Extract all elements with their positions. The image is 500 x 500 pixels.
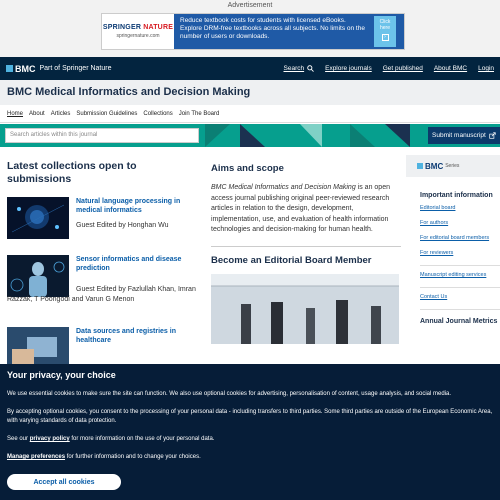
explore-journals-link[interactable]: Explore journals <box>325 65 372 72</box>
bmc-logo[interactable]: BMC <box>6 64 36 74</box>
cookie-paragraph: See our privacy policy for more informat… <box>7 435 493 444</box>
accept-label: Accept all cookies <box>33 478 95 486</box>
sidebar-link-for-reviewers[interactable]: For reviewers <box>420 250 500 256</box>
series-label: Series <box>445 163 460 169</box>
sidebar-divider <box>420 265 500 266</box>
collections-heading: Latest collections open to submissions <box>7 160 137 185</box>
editorial-board-photo <box>211 273 399 344</box>
cookie-text: for further information and to change yo… <box>65 454 201 460</box>
aims-heading: Aims and scope <box>211 163 284 174</box>
ad-cta-label: Click here <box>379 19 391 31</box>
search-placeholder: Search articles within this journal <box>10 132 98 138</box>
sidebar-link-editorial-board[interactable]: Editorial board <box>420 205 500 211</box>
search-icon <box>307 65 314 72</box>
brand-url: springernature.com <box>116 33 160 39</box>
collection-editors: Guest Edited by Honghan Wu <box>76 222 169 229</box>
nav-collections[interactable]: Collections <box>143 111 172 117</box>
nlp-thumbnail <box>7 197 69 239</box>
journal-navigation: Home About Articles Submission Guideline… <box>0 105 500 123</box>
ad-cta-button[interactable]: Click here › <box>374 16 396 47</box>
sidebar: BMC Series Important information Editori… <box>406 155 500 331</box>
about-bmc-link[interactable]: About BMC <box>434 65 467 72</box>
sidebar-link-for-authors[interactable]: For authors <box>420 220 500 226</box>
get-published-link[interactable]: Get published <box>383 65 423 72</box>
aims-section: Aims and scope BMC Medical Informatics a… <box>211 163 401 349</box>
ad-body: Reduce textbook costs for students with … <box>174 14 404 49</box>
aims-journal-name: BMC Medical Informatics and Decision Mak… <box>211 184 356 191</box>
editorial-heading: Become an Editorial Board Member <box>211 254 372 266</box>
cookie-paragraph: Manage preferences for further informati… <box>7 453 493 462</box>
search-button[interactable]: Search <box>284 65 315 72</box>
collections-section: Latest collections open to submissions N… <box>7 160 197 379</box>
nav-articles[interactable]: Articles <box>51 111 71 117</box>
part-of-springer-nature[interactable]: Part of Springer Nature <box>40 65 112 72</box>
ad-banner[interactable]: SPRINGER NATURE springernature.com Reduc… <box>101 13 405 50</box>
important-info-heading: Important information <box>420 192 493 199</box>
data-sources-thumbnail <box>7 327 69 369</box>
nav-about[interactable]: About <box>29 111 45 117</box>
arrow-right-icon: › <box>381 34 389 41</box>
nav-join-the-board[interactable]: Join The Board <box>179 111 220 117</box>
aims-text: BMC Medical Informatics and Decision Mak… <box>211 183 401 236</box>
sidebar-link-manuscript-editing[interactable]: Manuscript editing services <box>420 272 500 278</box>
cookie-consent-banner: Your privacy, your choice We use essenti… <box>0 364 500 500</box>
collection-title[interactable]: Sensor informatics and disease predictio… <box>76 255 196 273</box>
springer-nature-logo: SPRINGER NATURE springernature.com <box>102 14 174 49</box>
bmc-series-logo-icon <box>417 163 423 169</box>
submit-manuscript-button[interactable]: Submit manuscript <box>428 127 500 144</box>
sidebar-link-contact-us[interactable]: Contact Us <box>420 294 500 300</box>
aims-description: is an open access journal publishing ori… <box>211 184 390 233</box>
brand-right: NATURE <box>143 24 174 31</box>
bmc-logo-icon <box>6 65 13 72</box>
nav-home[interactable]: Home <box>7 111 23 117</box>
cookie-text: See our <box>7 436 30 442</box>
advertisement-area: Advertisement SPRINGER NATURE springerna… <box>0 0 500 57</box>
privacy-policy-link[interactable]: privacy policy <box>30 436 70 442</box>
cookie-paragraph: We use essential cookies to make sure th… <box>7 391 452 397</box>
ad-label: Advertisement <box>227 2 273 9</box>
cookie-text: for more information on the use of your … <box>69 436 215 442</box>
external-link-icon <box>489 132 496 139</box>
search-label: Search <box>283 65 305 72</box>
bmc-series-logo-text: BMC <box>425 161 444 171</box>
submit-label: Submit manuscript <box>432 132 486 139</box>
bmc-series-logo: BMC Series <box>406 155 500 177</box>
collection-item: Sensor informatics and disease predictio… <box>7 255 197 327</box>
nav-submission-guidelines[interactable]: Submission Guidelines <box>76 111 137 117</box>
bmc-logo-text: BMC <box>15 63 36 74</box>
collection-title[interactable]: Natural language processing in medical i… <box>76 197 196 215</box>
search-band: Search articles within this journal Subm… <box>0 124 500 147</box>
collection-title[interactable]: Data sources and registries in healthcar… <box>76 327 196 345</box>
sidebar-divider <box>420 309 500 310</box>
brand-left: SPRINGER <box>102 24 144 31</box>
journal-search-input[interactable]: Search articles within this journal <box>5 128 199 143</box>
annual-metrics-heading: Annual Journal Metrics <box>420 318 498 325</box>
cookie-paragraph: By accepting optional cookies, you conse… <box>7 409 493 424</box>
collection-item: Natural language processing in medical i… <box>7 197 197 249</box>
top-links: Search Explore journals Get published Ab… <box>284 65 495 72</box>
ad-text: Reduce textbook costs for students with … <box>180 17 365 40</box>
sidebar-divider <box>420 287 500 288</box>
top-navigation: BMC Part of Springer Nature Search Explo… <box>0 57 500 80</box>
journal-title[interactable]: BMC Medical Informatics and Decision Mak… <box>0 80 500 105</box>
accept-all-cookies-button[interactable]: Accept all cookies <box>7 474 121 490</box>
divider <box>211 245 401 247</box>
collection-editors: Guest Edited by Fazlullah Khan, Imran Ra… <box>7 286 196 303</box>
login-link[interactable]: Login <box>478 65 494 72</box>
manage-preferences-link[interactable]: Manage preferences <box>7 454 65 460</box>
cookie-title: Your privacy, your choice <box>7 370 116 380</box>
sidebar-link-for-editorial-board-members[interactable]: For editorial board members <box>420 235 500 241</box>
